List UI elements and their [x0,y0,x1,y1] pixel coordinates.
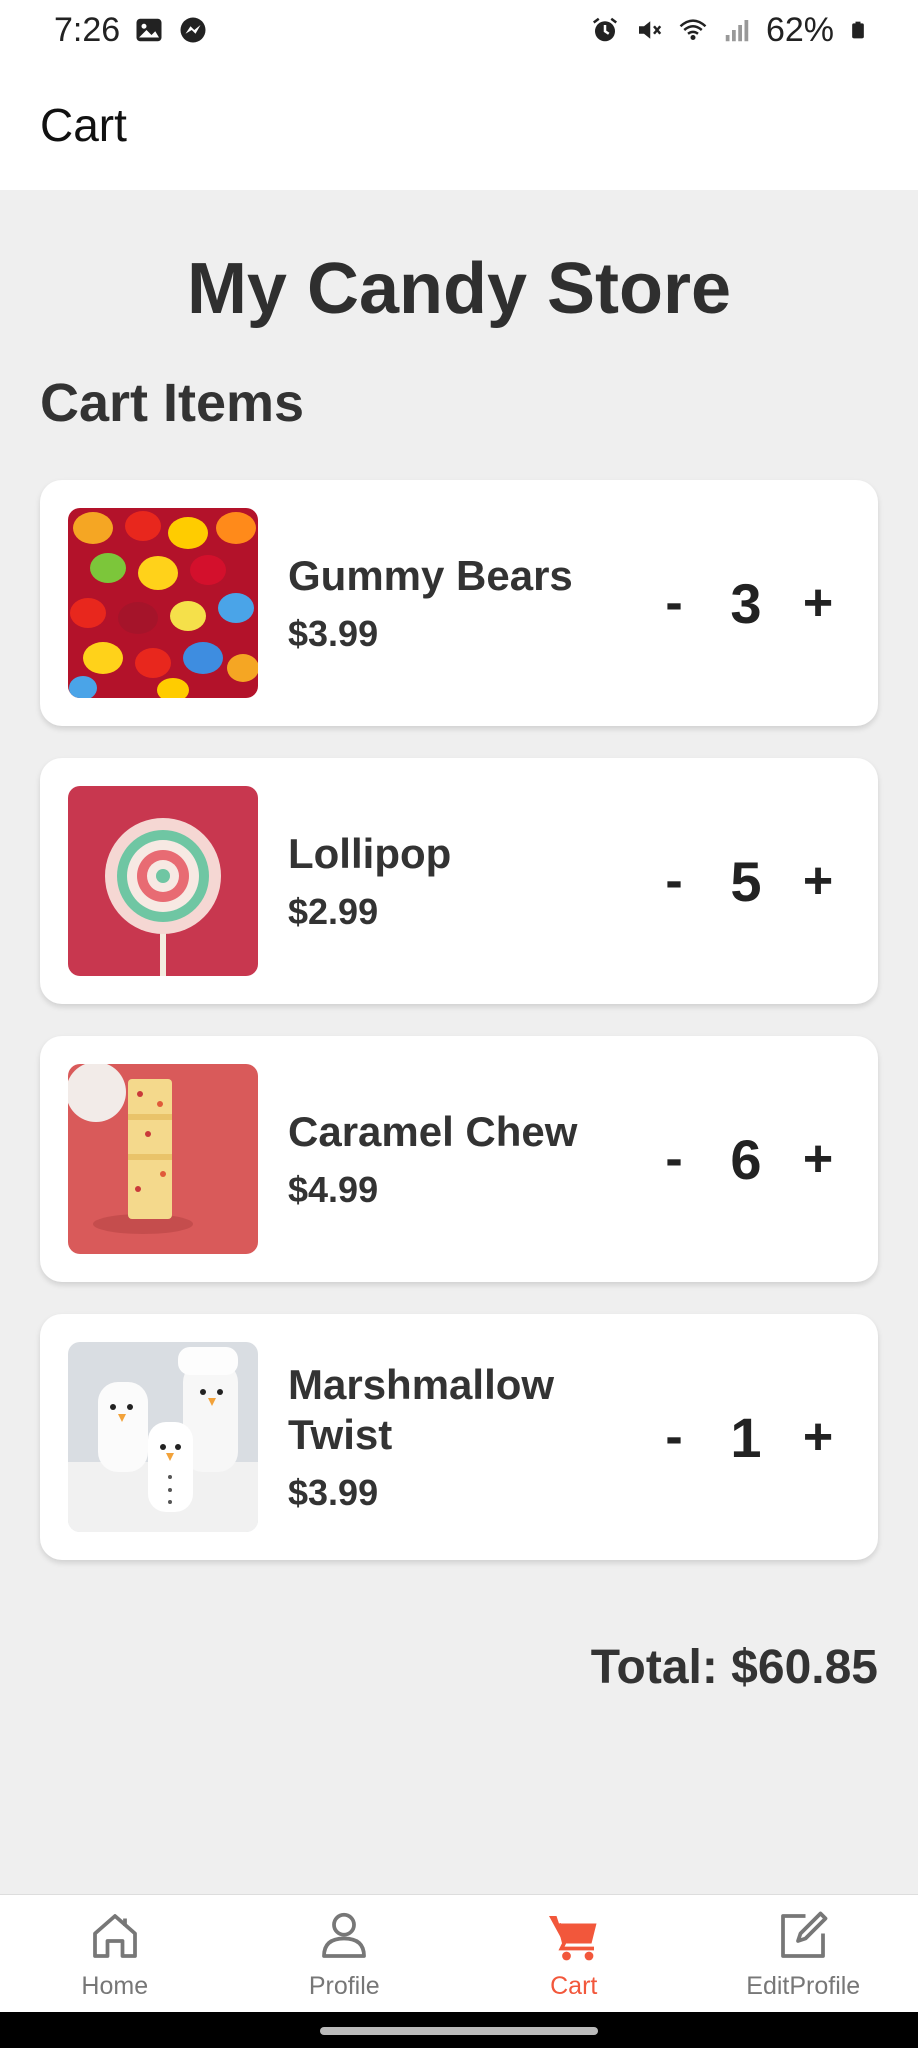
increment-button[interactable]: + [798,573,838,633]
nav-label-editprofile: EditProfile [746,1972,861,2000]
item-name: Caramel Chew [288,1108,578,1155]
system-gesture-bar [0,2012,918,2048]
decrement-button[interactable]: - [654,1407,694,1467]
lollipop-image [68,786,258,976]
nav-item-profile[interactable]: Profile [230,1895,460,2012]
caramel-chew-image [68,1064,258,1254]
decrement-button[interactable]: - [654,851,694,911]
cart-item-card: Gummy Bears $3.99 - 3 + [40,480,878,726]
item-info: Marshmallow Twist $3.99 [288,1314,608,1560]
item-info: Lollipop $2.99 [288,758,608,1004]
item-name: Gummy Bears [288,552,573,599]
home-icon [92,1914,137,1958]
gesture-handle[interactable] [320,2027,598,2035]
nav-item-cart[interactable]: Cart [459,1895,689,2012]
item-name: Marshmallow Twist [288,1361,555,1458]
quantity-stepper: - 5 + [654,758,838,1004]
person-icon [322,1912,367,1958]
decrement-button[interactable]: - [654,1129,694,1189]
decrement-button[interactable]: - [654,573,694,633]
quantity-value: 5 [730,849,762,913]
status-bar: 7:26 62% [0,0,918,60]
nav-label-home: Home [81,1972,149,2000]
cart-items-list: Gummy Bears $3.99 - 3 + Lollipop $2.99 -… [40,480,878,1592]
item-name: Lollipop [288,830,452,877]
bottom-nav: Home Profile Cart EditProfile [0,1894,918,2012]
wifi-icon [679,19,707,40]
gummy-bears-image [68,508,258,698]
mute-icon [638,21,662,39]
nav-item-home[interactable]: Home [0,1895,230,2012]
marshmallow-twist-image [68,1342,258,1532]
quantity-stepper: - 6 + [654,1036,838,1282]
item-price: $2.99 [288,891,379,932]
section-title: Cart Items [40,373,305,433]
status-right: 62% [590,11,868,50]
cart-item-card: Caramel Chew $4.99 - 6 + [40,1036,878,1282]
quantity-value: 1 [730,1405,762,1469]
status-left: 7:26 [54,11,208,50]
status-time: 7:26 [54,10,121,49]
increment-button[interactable]: + [798,851,838,911]
gallery-icon [136,18,162,42]
alarm-icon [592,17,617,42]
signal-icon [725,20,749,42]
increment-button[interactable]: + [798,1129,838,1189]
item-info: Gummy Bears $3.99 [288,480,608,726]
app-bar-title: Cart [40,99,127,151]
item-price: $3.99 [288,613,379,654]
nav-label-cart: Cart [550,1972,598,2000]
cart-item-card: Lollipop $2.99 - 5 + [40,758,878,1004]
quantity-stepper: - 3 + [654,480,838,726]
item-price: $3.99 [288,1472,379,1513]
messenger-icon [180,17,206,43]
item-info: Caramel Chew $4.99 [288,1036,608,1282]
battery-percent: 62% [765,10,834,49]
quantity-value: 3 [730,571,762,635]
nav-label-profile: Profile [308,1972,380,2000]
app-bar: Cart [0,60,918,190]
cart-total: Total: $60.85 [590,1641,878,1694]
item-price: $4.99 [288,1169,379,1210]
cart-icon [548,1916,597,1961]
quantity-stepper: - 1 + [654,1314,838,1560]
battery-icon [852,21,864,39]
edit-icon [781,1911,828,1958]
nav-item-editprofile[interactable]: EditProfile [689,1895,918,2012]
cart-item-card: Marshmallow Twist $3.99 - 1 + [40,1314,878,1560]
increment-button[interactable]: + [798,1407,838,1467]
quantity-value: 6 [730,1127,762,1191]
store-title: My Candy Store [186,249,732,329]
